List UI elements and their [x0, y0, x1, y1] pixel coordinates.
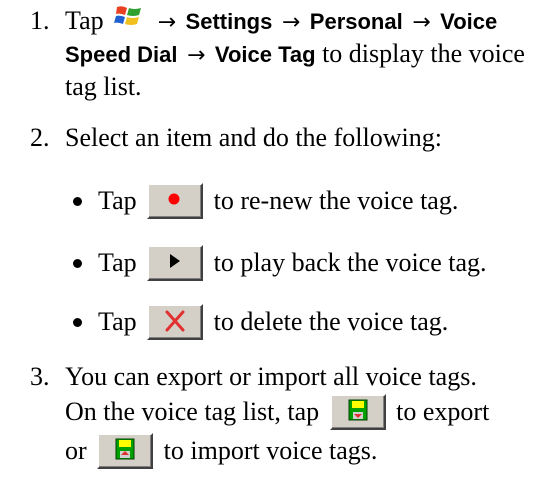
bullet-record: Tap to re-new the voice tag.: [98, 183, 459, 221]
step-2-text: Select an item and do the following:: [65, 123, 442, 152]
step-3-number: 3.: [30, 362, 50, 391]
bullet-delete: Tap to delete the voice tag.: [98, 304, 449, 342]
windows-start-flag-icon: [114, 4, 144, 36]
play-button[interactable]: [147, 245, 204, 282]
step-2-number: 2.: [30, 123, 50, 152]
bullet-play-prefix: Tap: [98, 248, 137, 277]
record-icon: [168, 193, 180, 205]
step-3-line-3: or to import voice tags.: [65, 433, 378, 471]
menu-settings: Settings: [185, 9, 273, 34]
import-button[interactable]: [97, 433, 154, 470]
bullet-delete-prefix: Tap: [98, 307, 137, 336]
step-1-number: 1.: [30, 6, 50, 35]
menu-voice: Voice: [440, 9, 498, 34]
bullet-dot: [73, 197, 82, 206]
bullet-play-suffix: to play back the voice tag.: [213, 248, 487, 277]
arrow-icon: →: [281, 10, 301, 35]
step-3-line-3-suffix: to import voice tags.: [163, 436, 378, 465]
arrow-icon: →: [186, 43, 206, 68]
delete-x-icon: [165, 310, 185, 332]
step-3-line-2-suffix: to export: [396, 397, 490, 426]
step-3-line-2-prefix: On the voice tag list, tap: [65, 397, 320, 426]
export-button[interactable]: [329, 394, 386, 431]
bullet-delete-suffix: to delete the voice tag.: [213, 307, 449, 336]
step-3-line-3-prefix: or: [65, 436, 87, 465]
bullet-dot: [73, 318, 82, 327]
bullet-record-suffix: to re-new the voice tag.: [213, 186, 459, 215]
arrow-icon: →: [157, 10, 177, 35]
menu-speed-dial: Speed Dial: [65, 42, 178, 67]
step-1-line-1: Tap → Settings → Personal → Voice: [65, 5, 497, 39]
step-1-line-3: tag list.: [65, 72, 142, 101]
step-1-line-2: Speed Dial → Voice Tag to display the vo…: [65, 38, 525, 72]
menu-voice-tag: Voice Tag: [214, 42, 316, 67]
bullet-play: Tap to play back the voice tag.: [98, 245, 487, 283]
delete-button[interactable]: [147, 304, 204, 341]
step-3-line-2: On the voice tag list, tap to export: [65, 394, 490, 432]
export-icon: [348, 399, 368, 421]
arrow-icon: →: [412, 10, 431, 35]
bullet-dot: [73, 259, 82, 268]
import-icon: [115, 438, 135, 460]
step-1-rest-text: to display the voice: [322, 39, 525, 68]
step-3-line-1: You can export or import all voice tags.: [65, 362, 477, 391]
bullet-record-prefix: Tap: [98, 186, 137, 215]
record-button[interactable]: [147, 183, 204, 220]
step-1-tap-text: Tap: [65, 6, 104, 35]
play-icon: [170, 254, 181, 269]
menu-personal: Personal: [309, 9, 403, 34]
